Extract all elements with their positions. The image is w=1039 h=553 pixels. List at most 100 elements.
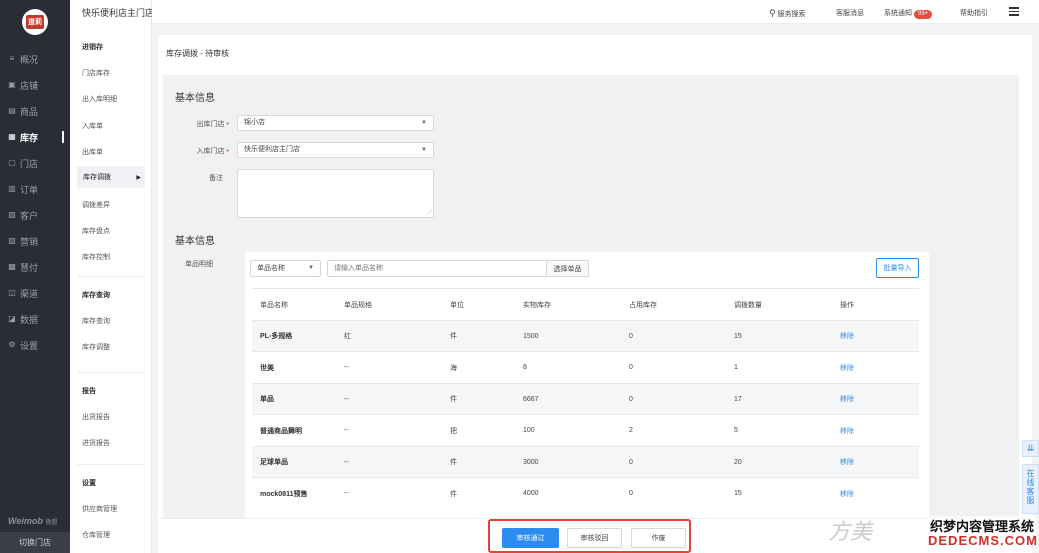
table-cell: 0 [629, 332, 633, 340]
approve-button[interactable]: 审核通过 [502, 528, 559, 548]
nav-item[interactable]: ▥ 订单 [0, 178, 70, 200]
remove-link[interactable]: 移除 [840, 321, 854, 352]
sub-menu-item[interactable]: 库存调整 [82, 342, 110, 352]
in-store-select[interactable]: 快乐便利店主门店 ▼ [237, 142, 434, 158]
menu-group-title: 进销存 [82, 44, 103, 51]
table-cell: 5 [734, 427, 738, 434]
column-header: 占用库存 [629, 301, 657, 309]
nav-icon: ◫ [8, 288, 16, 297]
nav-icon: ⚙ [8, 340, 16, 349]
sub-menu-item[interactable]: 出入库明细 [82, 94, 117, 104]
watermark-text-1: 方美 [828, 519, 873, 544]
sub-menu-item-label: 入库单 [82, 122, 103, 130]
nav-item[interactable]: ▤ 商品 [0, 100, 70, 122]
remove-link[interactable]: 移除 [840, 352, 854, 383]
system-notify[interactable]: 系统通知 99+ [884, 8, 933, 19]
nav-item[interactable]: ◪ 数据 [0, 308, 70, 330]
sub-menu-item[interactable]: 入库单 [82, 121, 103, 131]
sub-menu-item[interactable]: 调拨差异 [82, 200, 110, 210]
table-cell: 15 [734, 490, 742, 497]
customer-service-link[interactable]: 客服消息 [836, 8, 864, 18]
sub-menu-item[interactable]: 出货报告 [82, 412, 110, 422]
hamburger-menu-icon[interactable] [1009, 7, 1019, 18]
remove-link[interactable]: 移除 [840, 447, 854, 478]
nav-icon: ◪ [8, 314, 16, 323]
table-cell: 8 [523, 364, 527, 371]
nav-item-label: 概况 [20, 54, 39, 65]
out-store-select[interactable]: 锦小店 ▼ [237, 115, 434, 131]
sub-menu-item-label: 出货报告 [82, 414, 110, 421]
remove-link[interactable]: 移除 [840, 384, 854, 415]
chevron-down-icon: ▼ [308, 265, 314, 271]
nav-item[interactable]: ▣ 店铺 [0, 74, 70, 96]
nav-item-label: 渠道 [20, 288, 39, 299]
nav-icon: ▤ [8, 106, 16, 115]
download-icon[interactable]: ⇊ [1022, 440, 1039, 457]
sub-menu-item[interactable]: 供应商管理 [82, 504, 117, 514]
nav-item[interactable]: ≡ 概况 [0, 48, 70, 70]
sub-menu-item-label: 仓库管理 [82, 532, 110, 540]
sub-menu-item-label: 出入库明细 [82, 96, 117, 104]
batch-import-button[interactable]: 批量导入 [876, 258, 919, 278]
void-button[interactable]: 作废 [631, 528, 686, 548]
sub-menu-item[interactable]: 仓库管理 [82, 530, 110, 540]
sub-menu-item-label: 库存查询 [82, 318, 110, 325]
reject-button[interactable]: 审核驳回 [567, 528, 622, 548]
sub-menu-item[interactable]: 库存控制 [82, 252, 110, 262]
nav-item[interactable]: ▩ 慧付 [0, 256, 70, 278]
table-cell: 1500 [523, 332, 539, 340]
help-link[interactable]: 帮助指引 [960, 8, 988, 18]
nav-item[interactable]: ▢ 门店 [0, 152, 70, 174]
sub-menu-item[interactable]: 库存查询 [82, 316, 110, 326]
resize-grip-icon[interactable]: ⟋ [428, 210, 432, 217]
remove-link[interactable]: 移除 [840, 478, 854, 509]
table-cell: -- [344, 458, 349, 466]
column-header: 调拨数量 [734, 301, 762, 309]
table-cell: 2 [629, 427, 633, 434]
nav-item[interactable]: ▧ 客户 [0, 204, 70, 226]
out-store-value: 锦小店 [244, 119, 265, 126]
nav-item-label: 库存 [20, 132, 39, 143]
nav-item[interactable]: ▨ 营销 [0, 230, 70, 252]
table-cell: mock0811预售 [260, 490, 308, 498]
remove-link[interactable]: 移除 [840, 415, 854, 446]
table-row: 足球单品 -- 件 3000 0 20 移除 [252, 445, 919, 478]
menu-group-title: 库存查询 [82, 292, 110, 299]
watermark: 方美 织梦内容管理系统 DEDECMS.COM [820, 510, 1039, 553]
sub-menu-item-label: 门店库存 [82, 70, 110, 77]
table-cell: 0 [629, 364, 633, 371]
nav-item-label: 慧付 [20, 262, 39, 273]
select-goods-button[interactable]: 选择单品 [546, 260, 589, 277]
sub-menu-item-label: 调拨差异 [82, 201, 110, 209]
nav-item-label: 门店 [20, 158, 39, 169]
goods-table: 单品名称 单品规格 单位 实物库存 占用库存 调拨数量 操作 PL-多规格红件 1500 0 15 移… [252, 288, 919, 509]
app-logo[interactable]: 道莉 [22, 9, 48, 35]
table-row: PL-多规格 红 件 1500 0 15 移除 [252, 319, 919, 352]
online-service-button[interactable]: 在线客服 [1022, 464, 1039, 514]
goods-search-input[interactable] [327, 260, 547, 277]
sub-menu-item[interactable]: 库存盘点 [82, 226, 110, 236]
sub-menu-item[interactable]: 库存调拨 ▶ [77, 166, 145, 189]
nav-item[interactable]: ▦ 库存 [0, 126, 70, 148]
menu-divider [77, 464, 145, 465]
nav-item-label: 商品 [20, 106, 39, 117]
sub-menu-item[interactable]: 门店库存 [82, 68, 110, 78]
remark-textarea[interactable]: ⟋ [237, 169, 434, 218]
system-notify-label: 系统通知 [884, 10, 912, 17]
nav-icon: ▩ [8, 262, 16, 271]
out-store-label: 出库门店 • [196, 121, 229, 128]
filter-field-select[interactable]: 单品名称 ▼ [250, 260, 321, 277]
table-row: mock0811预售 -- 件 4000 0 15 移除 [252, 477, 919, 509]
sub-menu-item[interactable]: 进货报告 [82, 438, 110, 448]
switch-store-button[interactable]: 切换门店 [0, 532, 70, 553]
sub-menu-item-label: 进货报告 [82, 440, 110, 448]
nav-item[interactable]: ◫ 渠道 [0, 282, 70, 304]
sub-menu-item[interactable]: 出库单 [82, 147, 103, 157]
nav-item[interactable]: ⚙ 设置 [0, 334, 70, 356]
table-cell: 17 [734, 395, 742, 403]
breadcrumb: 库存调拨 - 待审核 [166, 49, 230, 58]
table-cell: 把 [450, 427, 457, 435]
remark-label: 备注 [209, 175, 223, 182]
table-cell: 足球单品 [260, 459, 288, 466]
service-search[interactable]: ⚲ 服务搜索 [769, 8, 806, 19]
